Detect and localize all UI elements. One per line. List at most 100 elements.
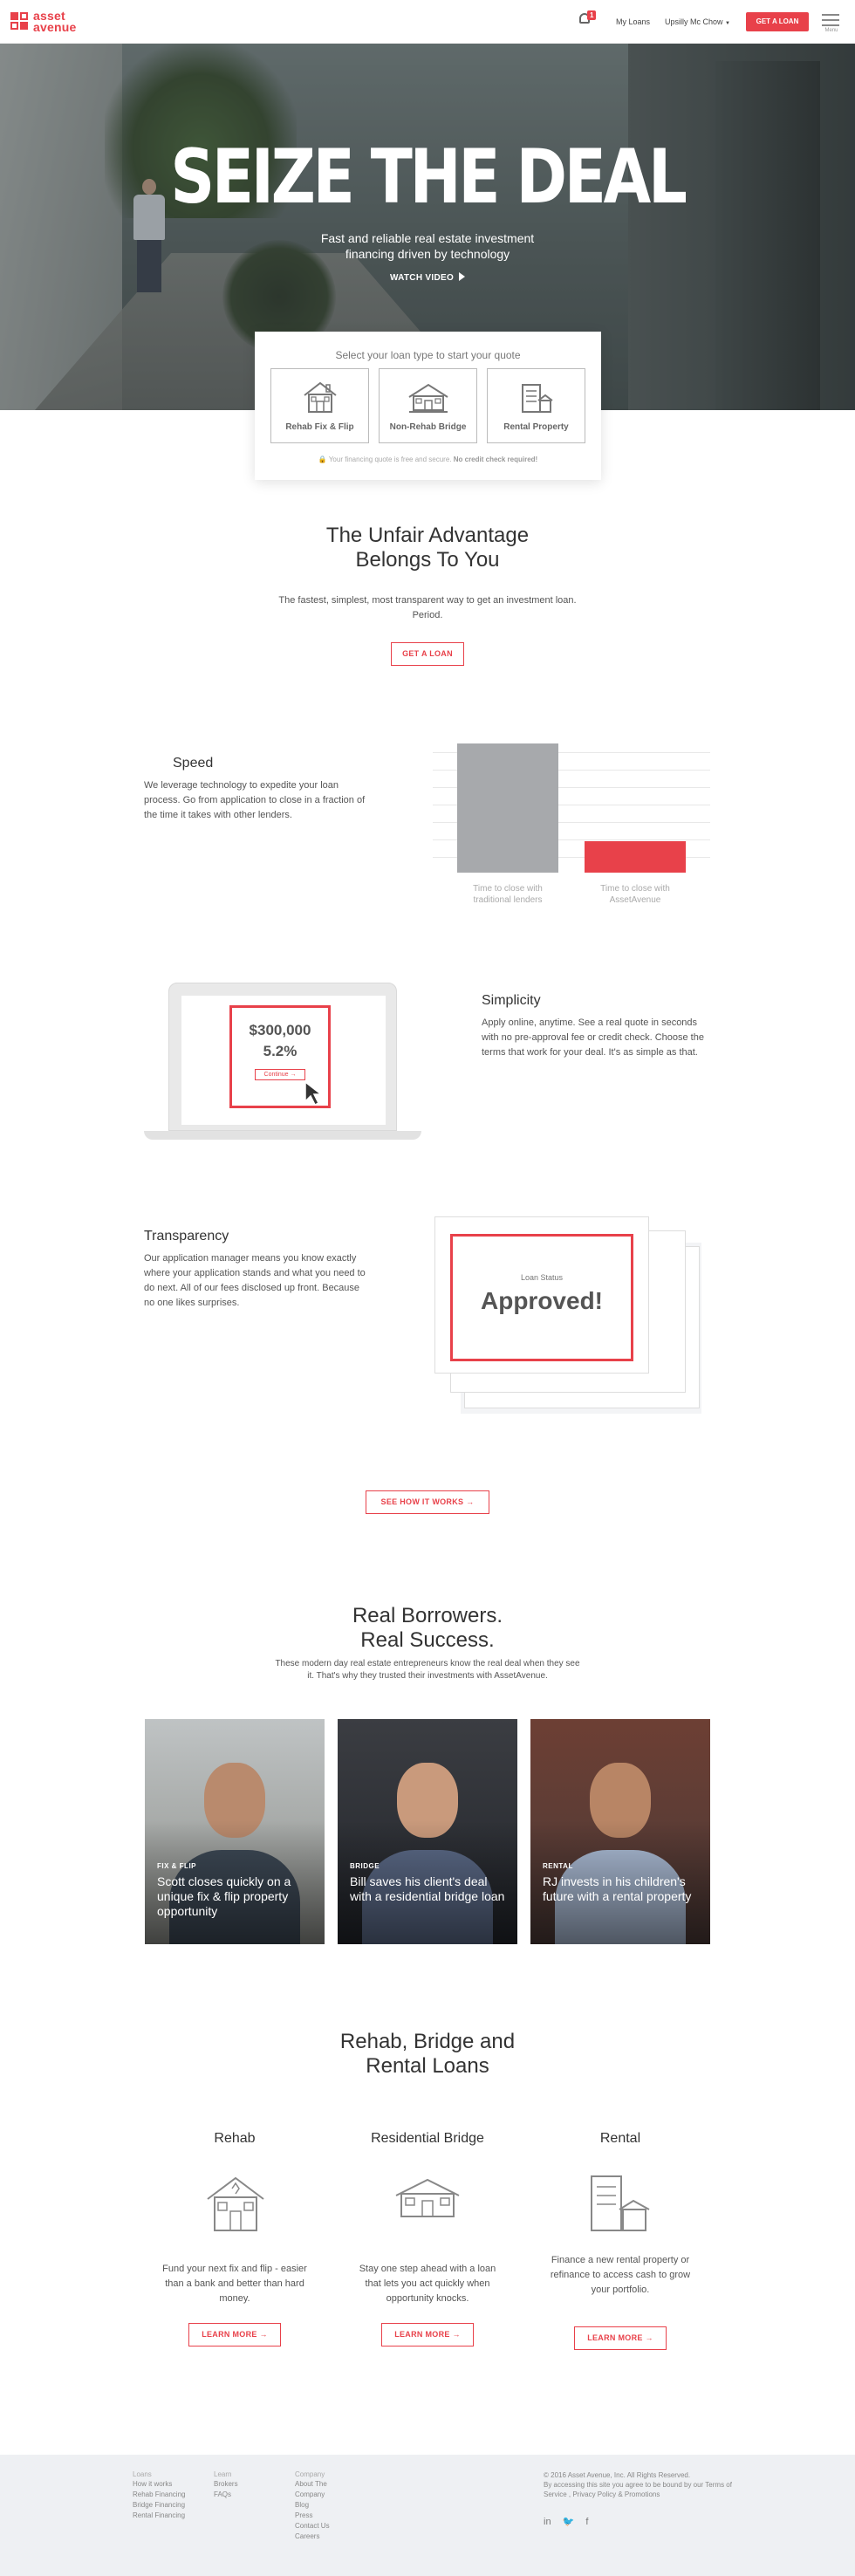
quote-note-text: Your financing quote is free and secure. <box>328 456 452 463</box>
quote-note-bold: No credit check required! <box>453 456 538 463</box>
simplicity-title: Simplicity <box>482 993 541 1008</box>
simplicity-text: Apply online, anytime. See a real quote … <box>482 1017 704 1058</box>
learn-more-label: LEARN MORE <box>587 2333 643 2342</box>
user-name: Upsilly Mc Chow <box>665 17 723 26</box>
borrowers-text: These modern day real estate entrepreneu… <box>236 1658 619 1682</box>
logo[interactable]: asset avenue <box>10 10 76 33</box>
testimonial-card-rj[interactable]: RENTAL RJ invests in his children's futu… <box>530 1719 710 1944</box>
loan-option-label: Rehab Fix & Flip <box>285 422 354 432</box>
speed-title: Speed <box>173 756 214 771</box>
advantage-text-line2: Period. <box>412 610 443 620</box>
testimonial-card-bill[interactable]: BRIDGE Bill saves his client's deal with… <box>338 1719 517 1944</box>
logo-text: asset avenue <box>33 10 76 33</box>
borrowers-title-line2: Real Success. <box>360 1628 495 1652</box>
advantage-text: The fastest, simplest, most transparent … <box>236 593 619 623</box>
twitter-icon[interactable]: 🐦 <box>563 2517 575 2527</box>
borrowers-title: Real Borrowers. Real Success. <box>0 1604 855 1653</box>
sample-quote-amount: $300,000 <box>249 1022 311 1038</box>
testimonial-headline: Scott closes quickly on a unique fix & f… <box>157 1874 291 1918</box>
watch-video-link[interactable]: WATCH VIDEO <box>384 272 471 283</box>
learn-more-label: LEARN MORE <box>202 2330 257 2339</box>
footer-legal: © 2016 Asset Avenue, Inc. All Rights Res… <box>544 2470 753 2499</box>
my-loans-link[interactable]: My Loans <box>616 17 650 26</box>
loan-option-label: Rental Property <box>503 422 569 432</box>
footer-link-press[interactable]: Press <box>295 2511 347 2521</box>
bridge-house-icon <box>407 383 448 413</box>
site-footer: Loans How it works Rehab Financing Bridg… <box>0 2455 855 2576</box>
footer-link-blog[interactable]: Blog <box>295 2500 347 2511</box>
arrow-right-icon: → <box>645 2333 653 2342</box>
testimonial-card-scott[interactable]: FIX & FLIP Scott closes quickly on a uni… <box>145 1719 325 1944</box>
arrow-right-icon: → <box>259 2330 268 2339</box>
logo-line2: avenue <box>33 20 77 34</box>
chart-label-assetavenue: Time to close with AssetAvenue <box>600 884 670 905</box>
arrow-right-icon: → <box>466 1497 475 1506</box>
menu-icon <box>822 14 839 16</box>
loan-option-rental[interactable]: Rental Property <box>487 368 585 443</box>
footer-social: in 🐦 f <box>544 2516 597 2527</box>
quote-security-note: 🔒 Your financing quote is free and secur… <box>255 456 601 463</box>
product-title-rehab: Rehab <box>214 2131 256 2146</box>
footer-heading: Learn <box>214 2470 232 2478</box>
footer-heading: Company <box>295 2470 325 2478</box>
loan-status-card: Loan Status Approved! <box>450 1234 633 1361</box>
footer-link-faqs[interactable]: FAQs <box>214 2490 238 2500</box>
rehab-house-icon <box>207 2176 264 2231</box>
learn-more-bridge-button[interactable]: LEARN MORE → <box>381 2323 474 2346</box>
see-how-it-works-button[interactable]: SEE HOW IT WORKS → <box>366 1490 489 1514</box>
get-a-loan-button[interactable]: GET A LOAN <box>391 642 464 666</box>
hamburger-menu-button[interactable]: Menu <box>822 14 841 35</box>
facebook-icon[interactable]: f <box>585 2517 588 2527</box>
footer-link-careers[interactable]: Careers <box>295 2531 347 2542</box>
lock-icon: 🔒 <box>318 456 327 463</box>
testimonial-headline: Bill saves his client's deal with a resi… <box>350 1874 505 1903</box>
menu-label: Menu <box>824 28 838 33</box>
transparency-title: Transparency <box>144 1229 229 1243</box>
see-how-it-works-label: SEE HOW IT WORKS <box>380 1497 464 1506</box>
product-text-rehab: Fund your next fix and flip - easier tha… <box>162 2264 307 2304</box>
product-title-rental: Rental <box>599 2131 641 2146</box>
footer-col-learn: Learn Brokers FAQs <box>214 2470 238 2500</box>
chart-label-traditional: Time to close with traditional lenders <box>473 884 543 905</box>
footer-link-how-it-works[interactable]: How it works <box>133 2479 185 2490</box>
footer-link-rehab[interactable]: Rehab Financing <box>133 2490 185 2500</box>
footer-terms[interactable]: By accessing this site you agree to be b… <box>544 2480 753 2499</box>
advantage-title: The Unfair Advantage Belongs To You <box>0 524 855 572</box>
footer-link-about[interactable]: About The Company <box>295 2479 347 2500</box>
bridge-house-icon <box>395 2178 460 2217</box>
loan-option-label: Non-Rehab Bridge <box>389 422 467 432</box>
footer-link-bridge[interactable]: Bridge Financing <box>133 2500 185 2511</box>
hero-subtitle: Fast and reliable real estate investment… <box>320 231 535 261</box>
house-icon <box>303 381 337 413</box>
get-a-loan-header-button[interactable]: GET A LOAN <box>746 12 809 31</box>
products-title-line1: Rehab, Bridge and <box>339 2030 516 2053</box>
loan-type-title: Select your loan type to start your quot… <box>335 349 521 361</box>
speed-text: We leverage technology to expedite your … <box>144 780 366 820</box>
chart-bar-traditional <box>457 743 558 873</box>
learn-more-rehab-button[interactable]: LEARN MORE → <box>188 2323 281 2346</box>
cursor-icon <box>304 1080 323 1106</box>
laptop-base <box>144 1131 421 1140</box>
testimonial-tag: FIX & FLIP <box>157 1862 196 1870</box>
loan-option-bridge[interactable]: Non-Rehab Bridge <box>379 368 477 443</box>
rental-building-icon <box>591 2175 650 2231</box>
products-title-line2: Rental Loans <box>366 2054 489 2078</box>
borrowers-text-line1: These modern day real estate entrepreneu… <box>275 1659 580 1668</box>
advantage-text-line1: The fastest, simplest, most transparent … <box>278 595 577 606</box>
linkedin-icon[interactable]: in <box>544 2517 551 2527</box>
testimonial-tag: BRIDGE <box>350 1862 380 1870</box>
product-text-rental: Finance a new rental property or refinan… <box>550 2255 691 2295</box>
footer-col-loans: Loans How it works Rehab Financing Bridg… <box>133 2470 185 2521</box>
user-menu-link[interactable]: Upsilly Mc Chow ▼ <box>665 17 730 26</box>
notifications-bell-icon[interactable]: 1 <box>579 10 597 27</box>
footer-link-contact[interactable]: Contact Us <box>295 2521 347 2531</box>
speed-bar-chart <box>433 743 710 873</box>
learn-more-rental-button[interactable]: LEARN MORE → <box>574 2326 667 2350</box>
loan-option-rehab[interactable]: Rehab Fix & Flip <box>270 368 369 443</box>
hero-title: SEIZE THE DEAL <box>170 134 687 221</box>
footer-link-rental[interactable]: Rental Financing <box>133 2511 185 2521</box>
rental-building-icon <box>521 384 553 413</box>
footer-copyright: © 2016 Asset Avenue, Inc. All Rights Res… <box>544 2471 691 2479</box>
play-icon <box>459 272 466 281</box>
footer-link-brokers[interactable]: Brokers <box>214 2479 238 2490</box>
